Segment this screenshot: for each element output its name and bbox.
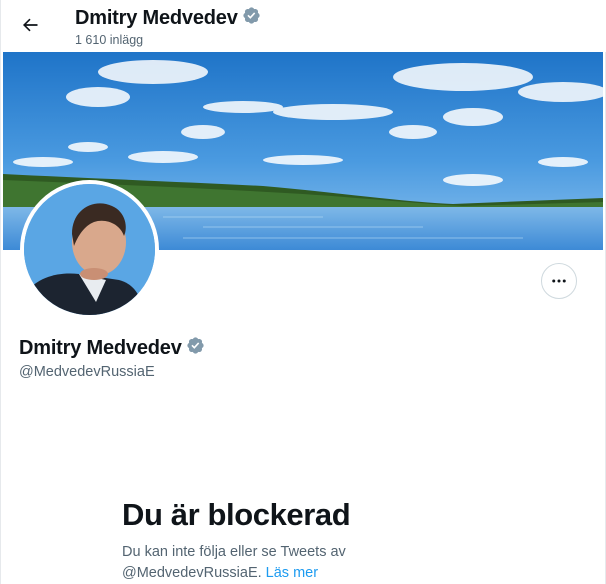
profile-name-row: Dmitry Medvedev: [19, 336, 205, 360]
verified-badge-icon: [242, 6, 261, 30]
top-header: Dmitry Medvedev 1 610 inlägg: [1, 0, 606, 52]
avatar-image: [24, 184, 155, 315]
profile-page: Dmitry Medvedev 1 610 inlägg Dmitry Medv…: [0, 0, 606, 584]
arrow-left-icon: [23, 18, 38, 32]
more-horizontal-icon: [552, 279, 566, 283]
post-count: 1 610 inlägg: [75, 33, 144, 47]
avatar[interactable]: [20, 180, 159, 319]
blocked-message: Du kan inte följa eller se Tweets av @Me…: [122, 542, 422, 584]
blocked-title: Du är blockerad: [122, 497, 351, 532]
profile-name: Dmitry Medvedev: [19, 336, 182, 359]
verified-badge-icon: [186, 336, 205, 360]
blocked-message-line: Du kan inte följa eller se Tweets av: [122, 544, 346, 560]
blocked-handle: @MedvedevRussiaE.: [122, 565, 262, 581]
header-title: Dmitry Medvedev: [75, 6, 261, 30]
header-name: Dmitry Medvedev: [75, 6, 238, 29]
learn-more-link[interactable]: Läs mer: [266, 565, 318, 581]
profile-handle: @MedvedevRussiaE: [19, 364, 155, 380]
more-options-button[interactable]: [541, 263, 577, 299]
back-button[interactable]: [13, 8, 47, 42]
